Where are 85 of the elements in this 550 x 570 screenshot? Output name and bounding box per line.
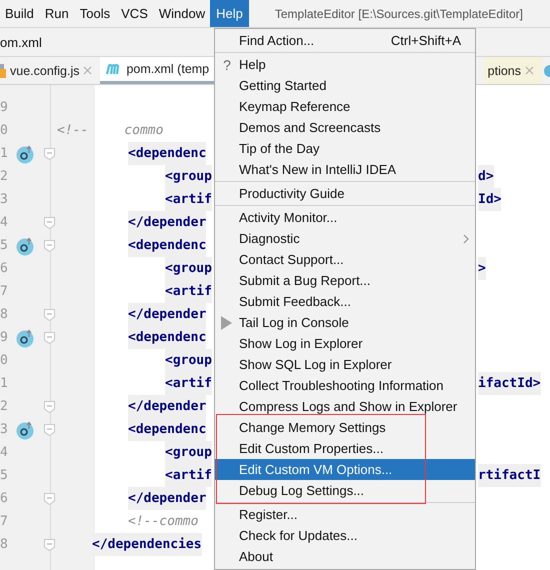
code-text: </depender <box>128 487 206 510</box>
code-text: <dependenc <box>128 326 206 349</box>
menu[interactable]: Tools <box>80 0 110 27</box>
menu[interactable]: Window <box>158 0 206 27</box>
menu[interactable]: VCS <box>121 0 148 27</box>
line-number: 6 <box>0 261 9 276</box>
code-text: d> <box>478 165 494 188</box>
line-number: 7 <box>0 514 9 529</box>
menu[interactable]: Help <box>210 0 249 27</box>
menu-item[interactable]: Tail Log in Console <box>215 312 475 333</box>
play-icon <box>221 316 233 330</box>
menu-item[interactable]: What's New in IntelliJ IDEA <box>215 159 475 180</box>
code-text: <artif <box>165 280 212 303</box>
code-text: <dependenc <box>128 418 206 441</box>
code-text: <artif <box>165 188 212 211</box>
code-text: <dependenc <box>128 142 206 165</box>
line-number: 3 <box>0 192 9 207</box>
code-text: <group <box>165 349 212 372</box>
menu-item[interactable]: Check for Updates... <box>215 525 475 546</box>
line-number: 9 <box>0 100 9 115</box>
menu-item[interactable]: Activity Monitor... <box>215 207 475 228</box>
line-number: 7 <box>0 284 9 299</box>
line-number: 0 <box>0 123 9 138</box>
menu-item[interactable]: Contact Support... <box>215 249 475 270</box>
menu-item[interactable]: Getting Started <box>215 75 475 96</box>
menu-item[interactable]: Keymap Reference <box>215 96 475 117</box>
menu-item[interactable]: Tip of the Day <box>215 138 475 159</box>
code-text: </dependencies <box>92 533 202 556</box>
menu-item[interactable]: Demos and Screencasts <box>215 117 475 138</box>
menu-item[interactable]: Show Log in Explorer <box>215 333 475 354</box>
code-text: <artif <box>165 464 212 487</box>
menu-item[interactable]: About <box>215 546 475 567</box>
breadcrumb[interactable]: om.xml <box>0 34 42 50</box>
line-number: 1 <box>0 376 9 391</box>
code-text: > <box>478 257 486 280</box>
menu-item[interactable]: Register... <box>215 504 475 525</box>
code-text: <group <box>165 165 212 188</box>
code-comment: <!--commo <box>128 513 198 531</box>
menu-item[interactable]: Submit a Bug Report... <box>215 270 475 291</box>
menu-item[interactable]: Debug Log Settings... <box>215 480 475 501</box>
menu-item[interactable]: Collect Troubleshooting Information <box>215 375 475 396</box>
menu-item[interactable]: ? Help <box>215 54 475 75</box>
line-number: 2 <box>0 399 9 414</box>
menu[interactable]: Build <box>5 0 34 27</box>
menu-item[interactable]: Find Action... Ctrl+Shift+A <box>215 30 475 51</box>
code-text: <artif <box>165 372 212 395</box>
menu-item[interactable]: Edit Custom VM Options... <box>215 459 475 480</box>
menu[interactable]: Run <box>44 0 69 27</box>
shortcut-text: Ctrl+Shift+A <box>390 33 461 48</box>
menu-item[interactable]: Diagnostic <box>215 228 475 249</box>
line-number: 3 <box>0 422 9 437</box>
line-number: 8 <box>0 537 9 552</box>
code-text: rtifactI <box>478 464 541 487</box>
code-text: <dependenc <box>128 234 206 257</box>
line-number: 5 <box>0 238 9 253</box>
code-comment: <!-- <box>57 122 88 140</box>
line-number: 9 <box>0 330 9 345</box>
menu-item[interactable]: Compress Logs and Show in Explorer <box>215 396 475 417</box>
help-icon: ? <box>223 56 231 72</box>
editor-tab[interactable]: vue.config.js <box>0 57 100 84</box>
line-number: 6 <box>0 491 9 506</box>
code-text: </depender <box>128 303 206 326</box>
code-text: Id> <box>478 188 502 211</box>
menu-item[interactable]: Edit Custom Properties... <box>215 438 475 459</box>
menu-item[interactable]: Submit Feedback... <box>215 291 475 312</box>
line-number: 0 <box>0 353 9 368</box>
code-text: <group <box>165 257 212 280</box>
editor-tab[interactable]: ptions <box>484 57 542 84</box>
code-text: </depender <box>128 395 206 418</box>
line-number: 5 <box>0 468 9 483</box>
window-title: TemplateEditor [E:\Sources.git\TemplateEditor] <box>274 6 523 22</box>
line-number: 8 <box>0 307 9 322</box>
menu-item[interactable]: Change Memory Settings <box>215 417 475 438</box>
code-text: ifactId> <box>478 372 541 395</box>
file-icon <box>0 64 6 78</box>
line-number: 4 <box>0 215 9 230</box>
menu-item[interactable]: Productivity Guide <box>215 183 475 204</box>
line-number: 1 <box>0 146 9 161</box>
code-comment: commo <box>124 122 164 140</box>
menu-item[interactable]: Show SQL Log in Explorer <box>215 354 475 375</box>
line-number: 4 <box>0 445 9 460</box>
line-number: 2 <box>0 169 9 184</box>
code-text: </depender <box>128 211 206 234</box>
code-text: <group <box>165 441 212 464</box>
editor-tab[interactable]: pom.xml (temp <box>100 57 216 84</box>
